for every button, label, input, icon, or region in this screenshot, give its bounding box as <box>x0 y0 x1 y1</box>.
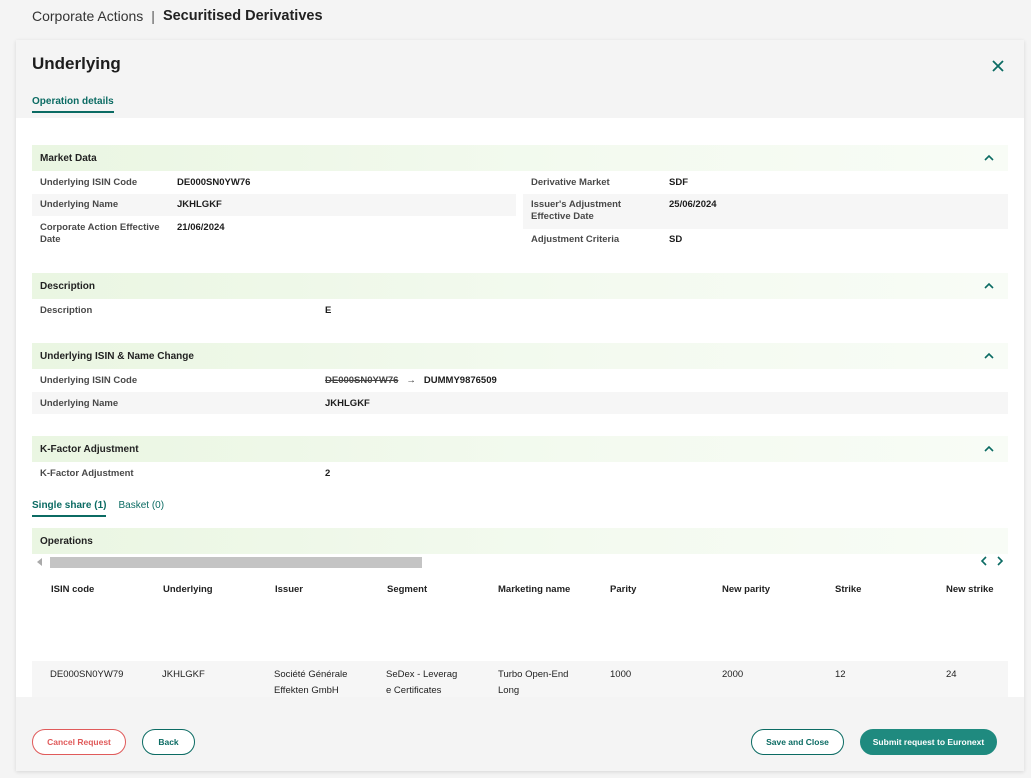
field-value: JKHLGKF <box>325 398 370 409</box>
cell-underlying: JKHLGKF <box>162 669 205 680</box>
modal-footer: Cancel Request Back Save and Close Submi… <box>16 697 1024 771</box>
field-value: JKHLGKF <box>177 199 222 210</box>
modal-title: Underlying <box>32 54 121 73</box>
old-isin: DE000SN0YW76 <box>325 375 399 386</box>
share-tabs: Single share (1) Basket (0) <box>32 500 164 517</box>
submit-request-button[interactable]: Submit request to Euronext <box>860 729 997 755</box>
field-label: Underlying ISIN Code <box>40 177 138 188</box>
market-row-issuer-date: Issuer's Adjustment Effective Date 25/06… <box>523 194 1008 229</box>
table-header-row: ISIN code Underlying Issuer Segment Mark… <box>32 576 1008 616</box>
column-header: Segment <box>387 584 428 595</box>
chevron-up-icon[interactable] <box>984 282 994 289</box>
kfactor-row: K-Factor Adjustment 2 <box>32 464 1008 485</box>
section-title: Description <box>40 281 96 292</box>
field-value: 2 <box>325 468 331 479</box>
column-header: Parity <box>610 584 637 595</box>
field-label: Underlying Name <box>40 398 119 409</box>
chevron-left-icon[interactable] <box>980 556 988 566</box>
section-title: K-Factor Adjustment <box>40 444 139 455</box>
section-description[interactable]: Description <box>32 273 1008 299</box>
segment-line: e Certificates <box>386 685 442 696</box>
chevron-up-icon[interactable] <box>984 352 994 359</box>
close-icon[interactable] <box>990 58 1006 74</box>
field-value: E <box>325 305 332 316</box>
breadcrumb: Corporate Actions | Securitised Derivati… <box>32 8 323 24</box>
marketing-line: Long <box>498 685 520 696</box>
chevron-up-icon[interactable] <box>984 445 994 452</box>
arrow-right-icon: → <box>406 375 416 386</box>
cell-marketing-name: Turbo Open-End Long <box>498 667 568 699</box>
chevron-up-icon[interactable] <box>984 154 994 161</box>
breadcrumb-current: Securitised Derivatives <box>162 8 323 24</box>
isin-change-row: Underlying ISIN Code DE000SN0YW76 → DUMMY9… <box>32 371 1008 392</box>
description-row: Description E <box>32 301 1008 322</box>
marketing-line: Turbo Open-End <box>498 669 569 680</box>
field-value: SDF <box>669 177 688 188</box>
table-nav <box>980 556 1004 566</box>
scroll-thumb[interactable] <box>50 557 422 568</box>
breadcrumb-parent[interactable]: Corporate Actions <box>32 8 143 24</box>
breadcrumb-separator: | <box>151 8 155 24</box>
save-and-close-button[interactable]: Save and Close <box>751 729 844 755</box>
name-change-row: Underlying Name JKHLGKF <box>32 392 1008 414</box>
field-label: Corporate Action Effective Date <box>40 222 160 245</box>
section-title: Operations <box>40 536 93 547</box>
market-row-name: Underlying Name JKHLGKF <box>32 194 516 216</box>
chevron-right-icon[interactable] <box>996 556 1004 566</box>
section-title: Underlying ISIN & Name Change <box>40 351 194 362</box>
market-row-isin: Underlying ISIN Code DE000SN0YW76 <box>32 173 516 194</box>
isin-change-values: DE000SN0YW76 → DUMMY9876509 <box>325 375 497 387</box>
column-header: New parity <box>722 584 771 595</box>
field-label: K-Factor Adjustment <box>40 468 134 479</box>
field-label: Description <box>40 305 93 316</box>
new-isin: DUMMY9876509 <box>423 375 497 386</box>
field-label: Underlying ISIN Code <box>40 375 138 386</box>
column-header: ISIN code <box>51 584 95 595</box>
cell-issuer: Société Générale Effekten GmbH <box>274 667 347 699</box>
field-label: Underlying Name <box>40 199 119 210</box>
column-header: New strike <box>946 584 994 595</box>
scroll-left-icon[interactable] <box>37 558 42 566</box>
cell-isin: DE000SN0YW79 <box>50 669 124 680</box>
tab-basket[interactable]: Basket (0) <box>118 500 164 517</box>
section-market-data[interactable]: Market Data <box>32 145 1008 171</box>
issuer-line: Effekten GmbH <box>274 685 339 696</box>
field-label: Issuer's Adjustment Effective Date <box>531 199 622 222</box>
field-value: 25/06/2024 <box>669 199 717 210</box>
cell-strike: 12 <box>835 669 846 680</box>
market-row-adjustment-criteria: Adjustment Criteria SD <box>523 230 1008 251</box>
section-title: Market Data <box>40 153 97 164</box>
horizontal-scrollbar[interactable] <box>32 556 1008 570</box>
field-label: Adjustment Criteria <box>531 234 620 245</box>
cell-segment: SeDex - Leverag e Certificates <box>386 667 457 699</box>
modal-header: Underlying Operation details <box>16 40 1024 118</box>
section-isin-name-change[interactable]: Underlying ISIN & Name Change <box>32 343 1008 369</box>
tab-operation-details[interactable]: Operation details <box>32 96 114 113</box>
market-row-ca-date: Corporate Action Effective Date 21/06/20… <box>32 218 516 248</box>
back-button[interactable]: Back <box>142 729 195 755</box>
issuer-line: Société Générale <box>274 669 348 680</box>
tab-single-share[interactable]: Single share (1) <box>32 500 107 517</box>
column-header: Marketing name <box>498 584 571 595</box>
section-operations: Operations <box>32 528 1008 554</box>
cell-new-parity: 2000 <box>722 669 744 680</box>
section-kfactor[interactable]: K-Factor Adjustment <box>32 436 1008 462</box>
market-row-derivative-market: Derivative Market SDF <box>523 173 1008 194</box>
column-header: Underlying <box>163 584 213 595</box>
cell-new-strike: 24 <box>946 669 957 680</box>
field-value: SD <box>669 234 683 245</box>
segment-line: SeDex - Leverag <box>386 669 458 680</box>
field-value: DE000SN0YW76 <box>177 177 251 188</box>
field-value: 21/06/2024 <box>177 222 225 233</box>
column-header: Strike <box>835 584 862 595</box>
field-label: Derivative Market <box>531 177 610 188</box>
underlying-modal: Underlying Operation details Market Data… <box>16 40 1024 771</box>
cancel-request-button[interactable]: Cancel Request <box>32 729 126 755</box>
cell-parity: 1000 <box>610 669 632 680</box>
column-header: Issuer <box>275 584 303 595</box>
